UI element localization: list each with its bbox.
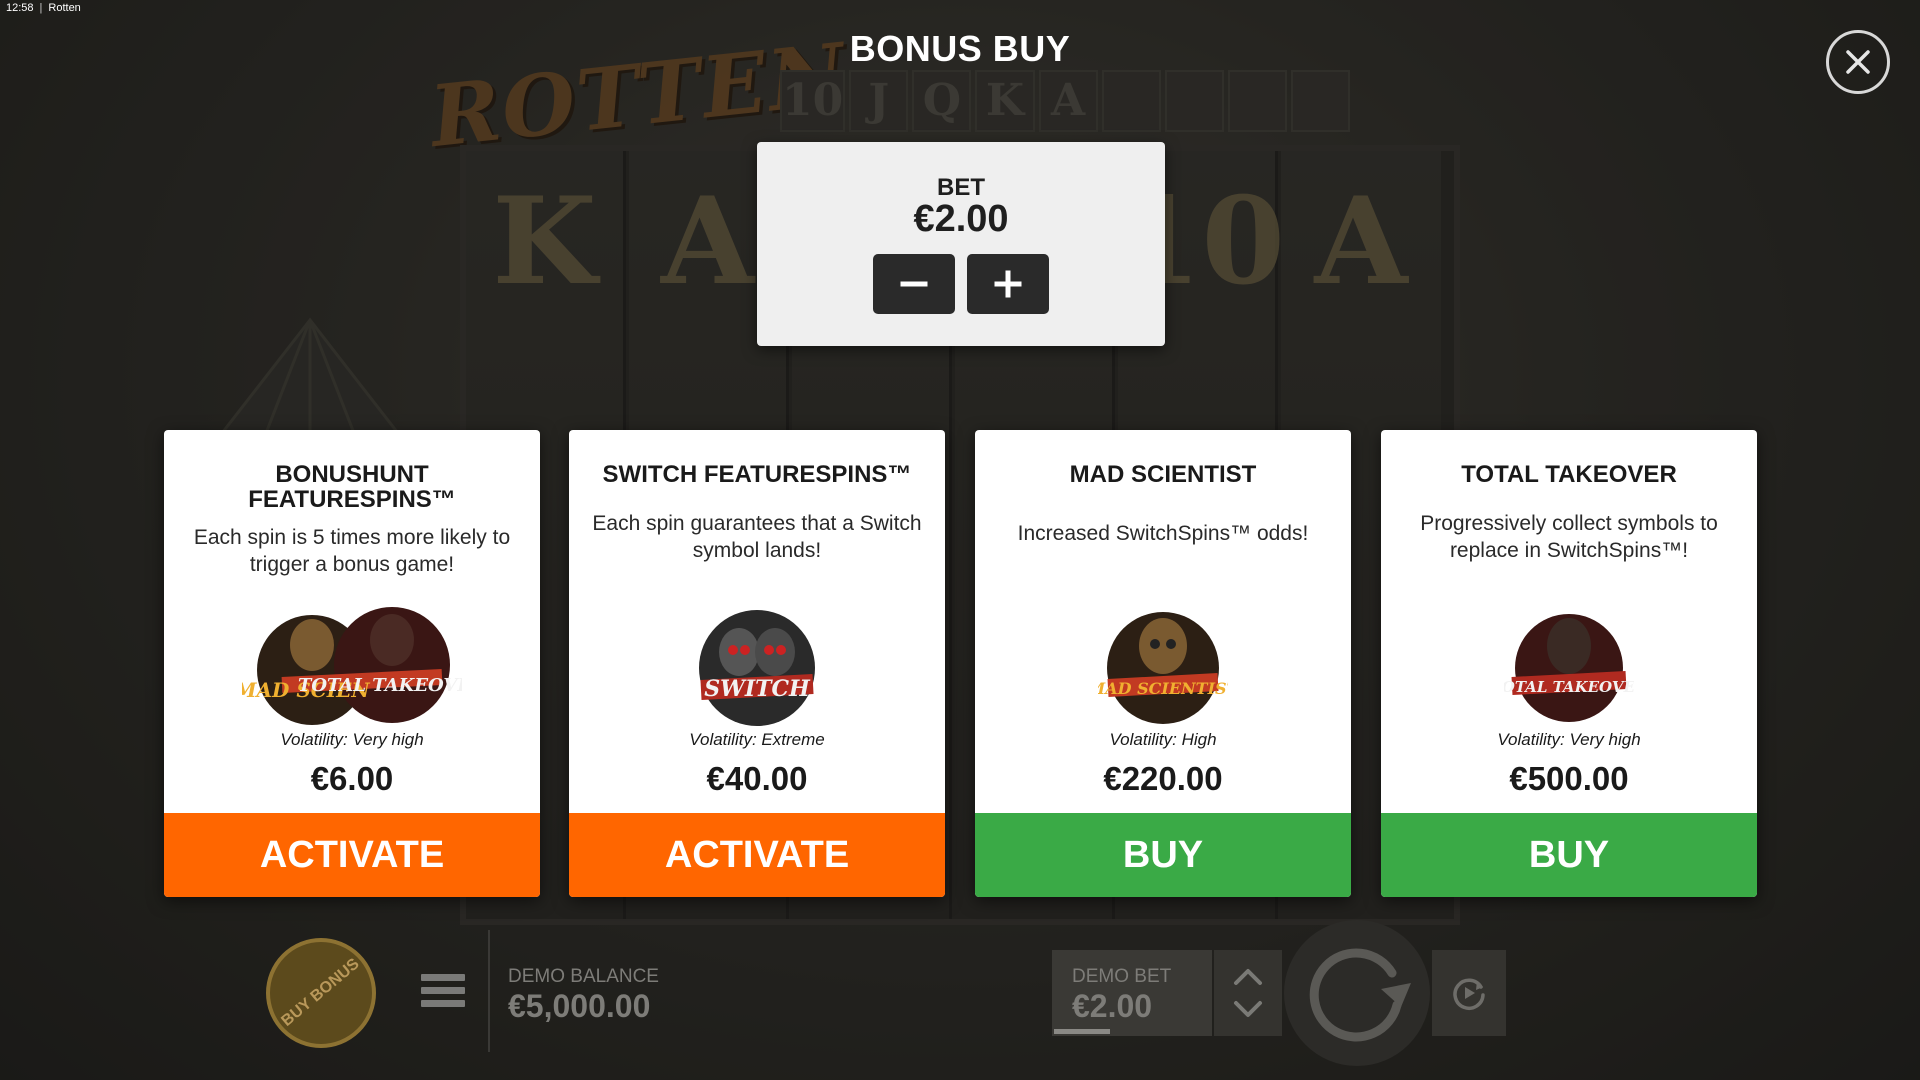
hud-divider [488, 930, 490, 1052]
card-price: €6.00 [310, 760, 394, 797]
menu-icon-bar [421, 987, 465, 994]
clock: 12:58 [6, 2, 34, 14]
menu-icon [421, 974, 465, 981]
card-art: SWITCH [569, 590, 945, 740]
increase-bet-button[interactable] [967, 254, 1049, 314]
badge-text: TOTAL TAKEOVER [1504, 678, 1634, 696]
badge-text: MAD SCIENTIST [1098, 679, 1228, 698]
card-title: MAD SCIENTIST [1069, 461, 1257, 488]
bonus-card-switch: SWITCH FEATURESPINS™ Each spin guarantee… [569, 430, 945, 897]
buy-bonus-button[interactable]: BUY BONUS [266, 938, 376, 1048]
chevron-down-icon[interactable] [1232, 999, 1264, 1021]
card-art: TOTAL TAKEOVER [1381, 590, 1757, 740]
card-description: Each spin is 5 times more likely to trig… [193, 526, 511, 576]
mad-scientist-badge-icon: MAD SCIENTIST [1098, 612, 1228, 724]
card-price: €500.00 [1509, 760, 1629, 797]
card-description: Increased SwitchSpins™ odds! [1017, 522, 1309, 545]
card-description: Progressively collect symbols to replace… [1420, 512, 1718, 562]
activate-button[interactable]: ACTIVATE [569, 813, 945, 897]
autoplay-button[interactable] [1432, 950, 1506, 1036]
card-volatility: Volatility: Very high [1497, 730, 1641, 749]
card-title: SWITCH FEATURESPINS™ [602, 461, 912, 488]
spin-icon [1309, 948, 1411, 1042]
card-price: €40.00 [706, 760, 808, 797]
total-takeover-badge-icon: TOTAL TAKEOVER [1504, 614, 1634, 722]
tab-separator: | [39, 2, 43, 14]
bonus-card-bonushunt: BONUSHUNT FEATURESPINS™ Each spin is 5 t… [164, 430, 540, 897]
bet-label: DEMO BET [1072, 966, 1172, 987]
decrease-bet-button[interactable] [873, 254, 955, 314]
window-tab-bar: 12:58 | Rotten [0, 0, 87, 18]
spin-button[interactable] [1284, 920, 1430, 1066]
card-volatility: Volatility: Extreme [689, 730, 825, 749]
card-art: MAD SCIENTIST [975, 590, 1351, 740]
buy-button[interactable]: BUY [1381, 813, 1757, 897]
switch-badge-icon: SWITCH [699, 610, 815, 726]
bet-value: €2.00 [1072, 988, 1153, 1024]
close-icon [1846, 50, 1870, 74]
balance-value: €5,000.00 [508, 988, 651, 1024]
bonus-card-total-takeover: TOTAL TAKEOVER Progressively collect sym… [1381, 430, 1757, 897]
balance-label: DEMO BALANCE [508, 966, 659, 987]
bet-adjust-arrows [1214, 950, 1282, 1036]
card-title: BONUSHUNT FEATURESPINS™ [248, 461, 456, 513]
bonushunt-badge-icon: MAD SCIEN TOTAL TAKEOVER [242, 607, 462, 725]
activate-button[interactable]: ACTIVATE [164, 813, 540, 897]
card-description: Each spin guarantees that a Switch symbo… [592, 512, 922, 562]
bonus-cards: BONUSHUNT FEATURESPINS™ Each spin is 5 t… [164, 430, 1757, 897]
buy-bonus-label: BUY BONUS [278, 955, 363, 1030]
badge-text: SWITCH [704, 676, 811, 702]
autoplay-icon [1453, 978, 1485, 1010]
minus-icon [900, 281, 928, 287]
card-art: MAD SCIEN TOTAL TAKEOVER [164, 590, 540, 740]
card-price: €220.00 [1103, 760, 1223, 797]
card-title: TOTAL TAKEOVER [1461, 461, 1677, 488]
card-volatility: Volatility: High [1109, 730, 1217, 749]
tab-title[interactable]: Rotten [48, 2, 80, 16]
menu-icon-bar [421, 1000, 465, 1007]
bet-level-bar [1054, 1029, 1110, 1034]
bet-value: €2.00 [913, 198, 1009, 240]
buy-button[interactable]: BUY [975, 813, 1351, 897]
chevron-up-icon[interactable] [1232, 965, 1264, 987]
badge-text: TOTAL TAKEOVER [298, 675, 462, 696]
close-button[interactable] [1826, 30, 1890, 94]
bet-panel: BET €2.00 [757, 142, 1165, 346]
menu-button[interactable] [421, 974, 465, 1012]
plus-icon [994, 270, 1022, 298]
bonus-card-mad-scientist: MAD SCIENTIST Increased SwitchSpins™ odd… [975, 430, 1351, 897]
modal-title: BONUS BUY [849, 28, 1071, 69]
card-volatility: Volatility: Very high [280, 730, 424, 749]
